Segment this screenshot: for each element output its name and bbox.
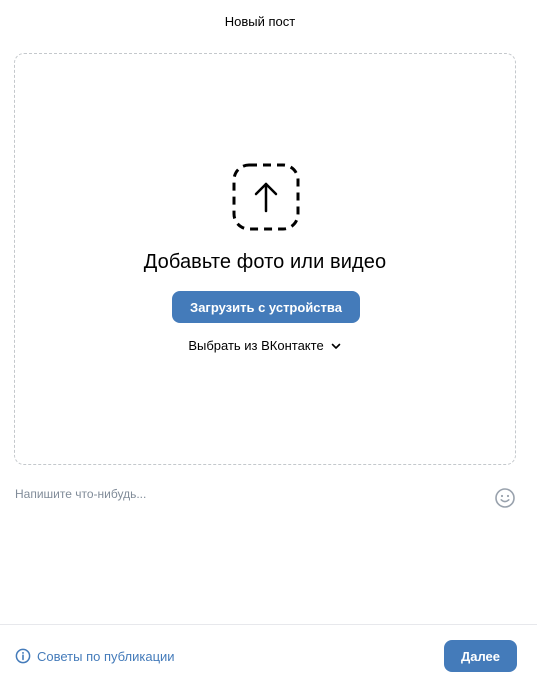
post-text-input[interactable]: [15, 487, 475, 501]
pick-from-vk-dropdown[interactable]: Выбрать из ВКонтакте: [15, 338, 515, 353]
publication-tips-label: Советы по публикации: [37, 648, 175, 664]
upload-from-device-button[interactable]: Загрузить с устройства: [172, 291, 360, 323]
next-button[interactable]: Далее: [444, 640, 517, 672]
footer-divider: [0, 624, 537, 625]
page-title: Новый пост: [224, 14, 296, 29]
info-icon: [15, 648, 31, 664]
media-dropzone[interactable]: Добавьте фото или видео Загрузить с устр…: [14, 53, 516, 465]
dropzone-heading: Добавьте фото или видео: [143, 251, 387, 273]
pick-from-vk-label: Выбрать из ВКонтакте: [188, 338, 324, 353]
upload-arrow-icon: [232, 163, 300, 231]
publication-tips-link[interactable]: Советы по публикации: [15, 648, 175, 664]
new-post-dialog: Новый пост Добавьте фото или видео Загру…: [0, 0, 537, 678]
smile-icon[interactable]: [494, 487, 516, 509]
chevron-down-icon: [330, 340, 342, 352]
